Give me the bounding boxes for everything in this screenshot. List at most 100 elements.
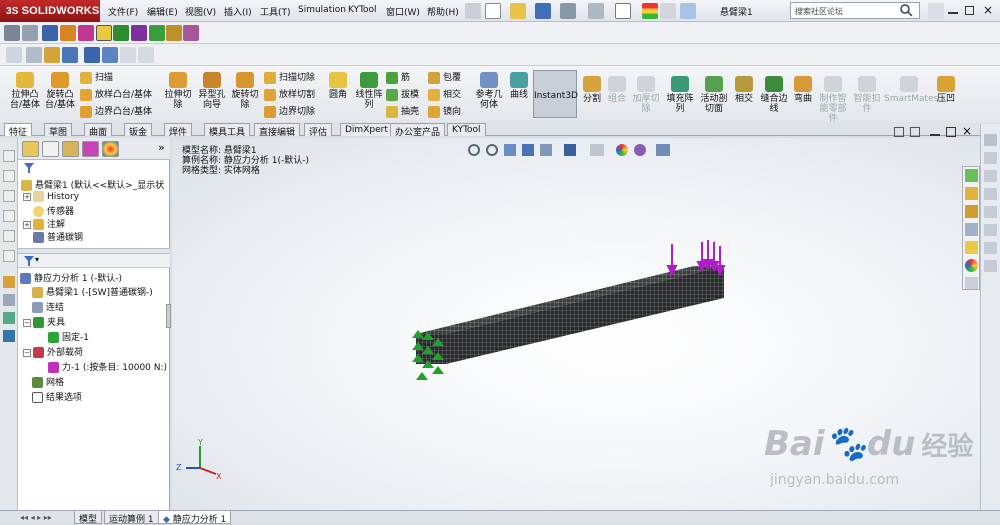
featuremanager-tab-icon[interactable]: [22, 141, 39, 157]
extrude-boss-button[interactable]: 拉伸凸 台/基体: [4, 72, 46, 110]
link-views-icon[interactable]: [910, 127, 920, 137]
menu-edit[interactable]: 编辑(E): [147, 5, 178, 18]
search-icon[interactable]: [899, 3, 913, 17]
hide-show-icon[interactable]: [166, 25, 182, 41]
file-explorer-icon[interactable]: [984, 170, 997, 182]
filter-icon[interactable]: [24, 256, 34, 266]
reference-geometry-button[interactable]: 参考几 何体: [472, 72, 506, 110]
help-icon[interactable]: [928, 3, 944, 19]
expand-panel-icon[interactable]: »: [158, 141, 165, 154]
external-loads-node[interactable]: − 外部载荷: [23, 345, 83, 358]
restore-icon[interactable]: [965, 6, 974, 15]
tree-sensors[interactable]: 传感器: [33, 204, 74, 217]
swept-cut-button[interactable]: 扫描切除: [264, 70, 315, 84]
tab-motion-study[interactable]: 运动算例 1: [104, 511, 159, 525]
revolve-boss-button[interactable]: 旋转凸 台/基体: [42, 72, 78, 110]
fixed-1-node[interactable]: 固定-1: [48, 330, 89, 343]
circle-tool-icon[interactable]: [3, 210, 15, 222]
force-1-node[interactable]: 力-1 (:按条目: 10000 N:): [48, 360, 167, 373]
tab-static-study[interactable]: ◆ 静应力分析 1: [158, 511, 232, 525]
dimxpert-tab-icon[interactable]: [82, 141, 99, 157]
forum-icon[interactable]: [984, 260, 997, 272]
file-properties-icon[interactable]: [660, 3, 676, 19]
make-smart-component-button[interactable]: 制作智 能零部 件: [815, 76, 851, 124]
home-icon[interactable]: [965, 169, 978, 182]
properties-tab-icon[interactable]: [965, 277, 978, 289]
boundary-boss-button[interactable]: 边界凸台/基体: [80, 104, 152, 118]
loft-boss-button[interactable]: 放样凸台/基体: [80, 87, 152, 101]
menu-help[interactable]: 帮助(H): [427, 5, 459, 18]
tab-weldments[interactable]: 焊件: [164, 123, 193, 138]
sw-resources-icon[interactable]: [984, 134, 997, 146]
expand-icon[interactable]: +: [23, 220, 31, 229]
expand-icon[interactable]: +: [23, 192, 31, 201]
section-view-icon[interactable]: [131, 25, 147, 41]
custom-properties-icon[interactable]: [984, 242, 997, 254]
undo-icon[interactable]: [588, 3, 604, 19]
instant3d-button[interactable]: Instant3D: [533, 70, 578, 118]
tab-dimxpert[interactable]: DimXpert: [340, 123, 393, 136]
scene-icon[interactable]: [183, 25, 199, 41]
extrude-cut-button[interactable]: 拉伸切 除: [160, 72, 196, 110]
display-manager-tab-icon[interactable]: [102, 141, 119, 157]
menu-window[interactable]: 窗口(W): [386, 5, 420, 18]
minimize-icon[interactable]: [948, 12, 958, 14]
smart-fasteners-button[interactable]: 智能扣 件: [850, 76, 884, 114]
tab-features[interactable]: 特征: [4, 123, 33, 138]
appearances-icon[interactable]: [984, 224, 997, 236]
smartmates-button[interactable]: SmartMates: [884, 76, 938, 104]
indent-button[interactable]: 压凹: [934, 76, 958, 104]
menu-simulation[interactable]: Simulation: [298, 5, 346, 15]
design-library-icon[interactable]: [984, 152, 997, 164]
result-options-node[interactable]: 结果选项: [32, 390, 82, 403]
tab-model[interactable]: 模型: [74, 511, 103, 525]
study-root-node[interactable]: 静应力分析 1 (-默认-): [20, 271, 122, 284]
palette-icon[interactable]: [965, 241, 978, 254]
options-icon[interactable]: [680, 3, 696, 19]
zoom-to-area-icon[interactable]: [486, 144, 498, 156]
display-style-icon[interactable]: [564, 144, 576, 156]
tree-annotations[interactable]: + 注解: [23, 217, 65, 230]
spline-tool-icon[interactable]: [3, 250, 15, 262]
graphics-area[interactable]: 模型名称: 悬臂梁1 算例名称: 静应力分析 1(-默认-) 网格类型: 实体网…: [172, 124, 980, 510]
split-view-icon[interactable]: [894, 127, 904, 137]
configurationmanager-tab-icon[interactable]: [62, 141, 79, 157]
sketch-icon[interactable]: [22, 25, 38, 41]
appearance-palette-icon[interactable]: [965, 259, 978, 272]
tile-icon[interactable]: [102, 47, 118, 63]
sim-part-node[interactable]: 悬臂梁1 (-[SW]普通碳钢-): [32, 285, 153, 298]
solidworks-logo[interactable]: 3S SOLIDWORKS: [0, 0, 100, 22]
flex-button[interactable]: 弯曲: [790, 76, 816, 104]
live-section-button[interactable]: 活动剖 切面: [698, 76, 730, 114]
fillet-button[interactable]: 圆角: [326, 72, 350, 100]
meshed-beam-model[interactable]: [402, 238, 742, 388]
view-settings-icon[interactable]: [656, 144, 670, 156]
sweep-button[interactable]: 扫描: [80, 70, 113, 84]
collapse-icon[interactable]: −: [23, 318, 31, 327]
tree-material[interactable]: 普通碳钢: [33, 230, 83, 243]
measure-icon[interactable]: [44, 47, 60, 63]
shell-button[interactable]: 抽壳: [386, 104, 419, 118]
view-palette-icon[interactable]: [984, 206, 997, 218]
close-doc-icon[interactable]: ×: [962, 124, 972, 138]
fixtures-node[interactable]: − 夹具: [23, 315, 65, 328]
mass-properties-icon[interactable]: [62, 47, 78, 63]
tab-mold-tools[interactable]: 模具工具: [204, 123, 251, 138]
cascade-icon[interactable]: [120, 47, 136, 63]
folder-icon[interactable]: [965, 205, 978, 218]
tab-direct-editing[interactable]: 直接编辑: [254, 123, 301, 138]
rebuild-icon[interactable]: [642, 3, 658, 19]
tab-surfaces[interactable]: 曲面: [84, 123, 113, 138]
intersect-tool-button[interactable]: 相交: [731, 76, 757, 104]
search-results-icon[interactable]: [984, 188, 997, 200]
fill-pattern-button[interactable]: 填充阵 列: [664, 76, 696, 114]
restore-doc-icon[interactable]: [946, 127, 956, 137]
hide-show-items-icon[interactable]: [590, 144, 604, 156]
close-icon[interactable]: ×: [983, 3, 993, 17]
display-style-icon[interactable]: [96, 25, 112, 41]
tab-scroll-arrows-icon[interactable]: ◂◂ ◂ ▸ ▸▸: [20, 513, 52, 522]
sketch-tool-icon[interactable]: [3, 150, 15, 162]
shaded-icon[interactable]: [113, 25, 129, 41]
open-folder-icon[interactable]: [510, 3, 526, 19]
print-icon[interactable]: [560, 3, 576, 19]
